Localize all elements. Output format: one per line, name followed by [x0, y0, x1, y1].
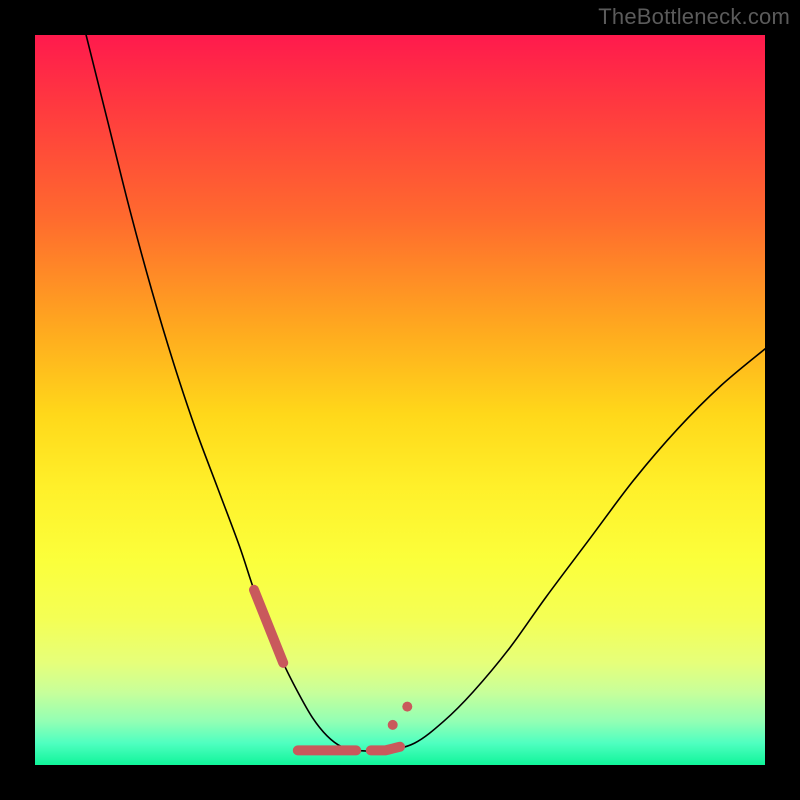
marker-left-segment [254, 590, 283, 663]
bottleneck-curve-path [86, 35, 765, 751]
watermark-text: TheBottleneck.com [598, 4, 790, 30]
curve-svg [35, 35, 765, 765]
marker-right-segment [371, 747, 400, 751]
chart-frame: TheBottleneck.com [0, 0, 800, 800]
marker-dot [388, 720, 398, 730]
marker-dot [402, 702, 412, 712]
plot-area [35, 35, 765, 765]
marker-group [254, 590, 412, 751]
